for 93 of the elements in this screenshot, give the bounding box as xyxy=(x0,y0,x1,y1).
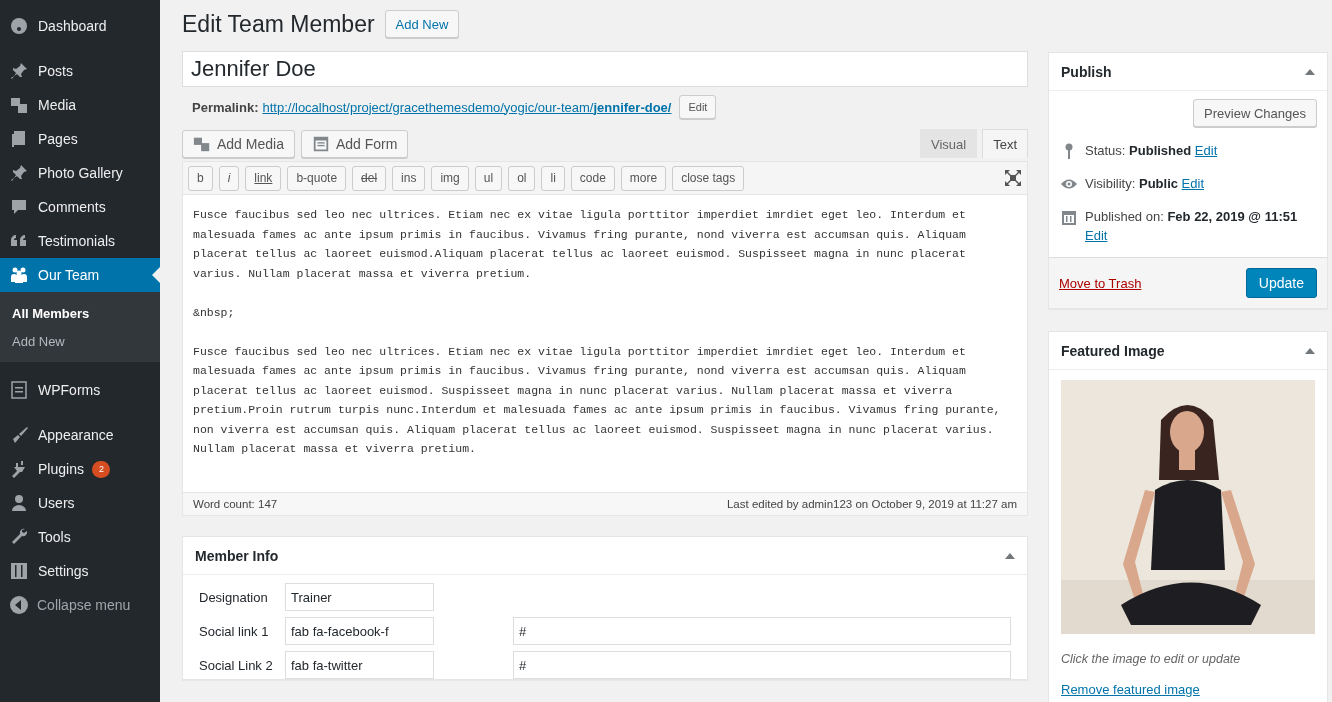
count-badge: 2 xyxy=(91,460,110,478)
collapse-triangle-icon[interactable] xyxy=(1005,552,1015,559)
submenu-item[interactable]: All Members xyxy=(0,299,160,327)
menu-item[interactable]: Pages xyxy=(0,122,160,156)
input-field[interactable]: # xyxy=(513,651,1011,679)
arrow-circle-icon xyxy=(9,595,29,615)
menu-item[interactable]: Photo Gallery xyxy=(0,156,160,190)
publish-info: Visibility: Public Edit xyxy=(1085,175,1204,193)
box-title: Publish xyxy=(1061,63,1112,80)
format-button[interactable]: b-quote xyxy=(287,165,347,191)
fullscreen-icon[interactable] xyxy=(1004,169,1022,187)
collapse-menu-button[interactable]: Collapse menu xyxy=(0,588,160,622)
box-title: Member Info xyxy=(195,547,279,564)
menu-item[interactable]: Plugins 2 xyxy=(0,452,160,486)
menu-item[interactable]: Dashboard xyxy=(0,9,160,43)
format-button[interactable]: close tags xyxy=(672,165,745,191)
edit-link[interactable]: Edit xyxy=(1194,143,1218,158)
input-field[interactable]: # xyxy=(513,617,1011,645)
menu-label: Photo Gallery xyxy=(37,165,123,181)
field-label: Social link 1 xyxy=(199,623,270,639)
menu-item[interactable]: Comments xyxy=(0,190,160,224)
form-icon xyxy=(311,135,330,153)
word-count: Word count: 147 xyxy=(193,498,278,510)
menu-label: Pages xyxy=(37,131,78,147)
update-button[interactable]: Update xyxy=(1245,268,1317,298)
menu-label: Our Team xyxy=(37,267,100,283)
menu-label: Tools xyxy=(37,529,71,545)
field-label: Social Link 2 xyxy=(199,657,274,673)
submenu-item[interactable]: Add New xyxy=(0,327,160,355)
preview-changes-button[interactable]: Preview Changes xyxy=(1193,99,1317,127)
calendar-icon xyxy=(1061,209,1077,225)
menu-label: WPForms xyxy=(37,382,101,398)
publish-info: Status: Published Edit xyxy=(1085,142,1218,160)
editor-tab[interactable]: Visual xyxy=(919,129,978,158)
comment-icon xyxy=(9,197,29,217)
format-button[interactable]: del xyxy=(352,165,387,191)
editor-tab[interactable]: Text xyxy=(982,129,1028,158)
menu-label: Testimonials xyxy=(37,233,116,249)
format-button[interactable]: i xyxy=(218,165,240,191)
menu-item[interactable]: Tools xyxy=(0,520,160,554)
menu-label: Dashboard xyxy=(37,18,107,34)
menu-label: Appearance xyxy=(37,427,114,443)
format-button[interactable]: img xyxy=(431,165,469,191)
pin-icon xyxy=(9,61,29,81)
format-button[interactable]: b xyxy=(188,165,213,191)
field-label: Designation xyxy=(199,589,269,605)
collapse-triangle-icon[interactable] xyxy=(1305,68,1315,75)
menu-label: Media xyxy=(37,97,77,113)
format-button[interactable]: ins xyxy=(392,165,426,191)
menu-item[interactable]: Our Team xyxy=(0,258,160,292)
input-field[interactable]: fab fa-twitter xyxy=(285,651,434,679)
format-button[interactable]: more xyxy=(620,165,667,191)
pin-icon xyxy=(9,163,29,183)
edit-link[interactable]: Edit xyxy=(1085,228,1108,243)
move-to-trash-link[interactable]: Move to Trash xyxy=(1059,275,1142,291)
permalink-label: Permalink: xyxy=(192,99,259,115)
menu-item[interactable]: Settings xyxy=(0,554,160,588)
input-field[interactable]: Trainer xyxy=(285,583,434,611)
page-title: Edit Team Member xyxy=(182,10,375,38)
menu-item[interactable]: Testimonials xyxy=(0,224,160,258)
text-editor[interactable]: Fusce faucibus sed leo nec ultrices. Etiam nec ex vitae ligula porttitor imperdiet imrdiet eget leo. Interdum et malesuada fames ac ante ipsum primis in faucibus. Vivamus fring purante, nond viverra est accumsan quis. Aliquam placerat tellus ac laoreet euismod.Aliquam placerat tellus ac laoreet euismod. Suspisseet magna in nunc placerat varius. Nullam placerat massa et viverra pretium. &nbsp; Fusce faucibus sed leo nec ultrices. Etiam nec ex vitae ligula porttitor imperdiet imrdiet eget leo. Interdum et malesuada fames ac ante ipsum primis in faucibus. Vivamus fring purante, nond viverra est accumsan quis. Aliquam placerat tellus ac laoreet euismod. Suspisseet magna in nunc placerat varius. Nullam placerat massa et viverra pretium.Proin rutrum turpis nunc.Interdum et malesuada fames ac ante ipsum primis in faucibus. Vivamus fring purante, non viverra est accumsan quis. Aliquam placerat tellus ac laoreet euismod. Suspisseet magna in nunc placerat varius. Nullam placerat massa et viverra pretium. xyxy=(183,195,1027,492)
last-edited-text: Last edited by admin123 on October 9, 2019 at 11:27 am xyxy=(726,498,1017,510)
menu-label: Plugins xyxy=(37,461,84,477)
user-icon xyxy=(9,493,29,513)
add-media-button[interactable]: Add Media xyxy=(182,130,295,158)
remove-image-link[interactable]: Remove featured image xyxy=(1061,682,1200,697)
format-button[interactable]: code xyxy=(570,165,615,191)
format-button[interactable]: li xyxy=(541,165,565,191)
image-caption: Click the image to edit or update xyxy=(1061,652,1242,666)
title-field[interactable]: Jennifer Doe xyxy=(182,51,1028,87)
add-new-button[interactable]: Add New xyxy=(384,10,460,38)
collapse-triangle-icon[interactable] xyxy=(1305,347,1315,354)
menu-item[interactable]: Appearance xyxy=(0,418,160,452)
menu-label: Users xyxy=(37,495,75,511)
menu-label: Posts xyxy=(37,63,73,79)
menu-item[interactable]: Media xyxy=(0,88,160,122)
menu-item[interactable]: Posts xyxy=(0,54,160,88)
box-title: Featured Image xyxy=(1061,342,1165,359)
people-icon xyxy=(9,265,29,285)
form-icon xyxy=(9,380,29,400)
format-button[interactable]: ul xyxy=(474,165,503,191)
edit-link[interactable]: Edit xyxy=(1181,176,1204,191)
edit-button[interactable]: Edit xyxy=(679,95,717,119)
permalink-link[interactable]: http://localhost/project/gracethemesdemo/yogic/our-team/jennifer-doe/ xyxy=(262,99,672,115)
menu-label: Settings xyxy=(37,563,89,579)
menu-item[interactable]: Users xyxy=(0,486,160,520)
menu-label: Comments xyxy=(37,199,106,215)
menu-item[interactable]: WPForms xyxy=(0,373,160,407)
format-button[interactable]: link xyxy=(245,165,282,191)
add-form-button[interactable]: Add Form xyxy=(300,130,409,158)
input-field[interactable]: fab fa-facebook-f xyxy=(285,617,434,645)
format-button[interactable]: ol xyxy=(508,165,536,191)
publish-info: Published on: Feb 22, 2019 @ 11:51 Edit xyxy=(1085,208,1299,245)
